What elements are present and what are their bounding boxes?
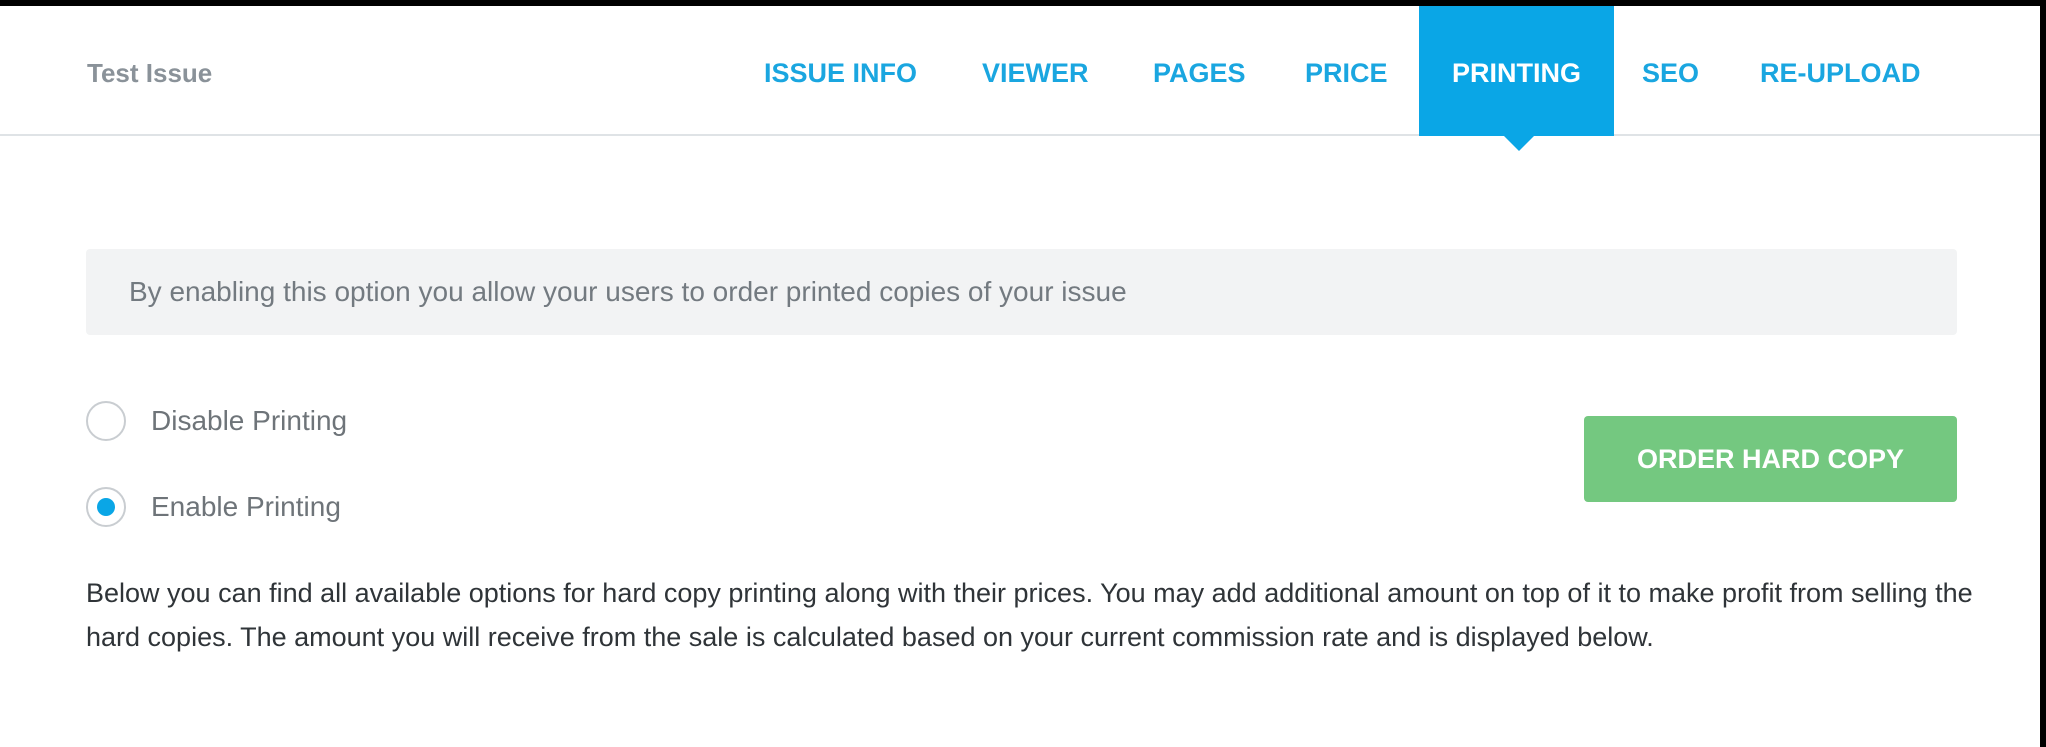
- tab-re-upload[interactable]: RE-UPLOAD: [1760, 6, 1921, 136]
- disable-printing-option[interactable]: Disable Printing: [86, 399, 347, 443]
- printing-info-box: By enabling this option you allow your u…: [86, 249, 1957, 335]
- app-frame: Test Issue ISSUE INFO VIEWER PAGES PRICE…: [0, 6, 2040, 747]
- enable-printing-radio[interactable]: [86, 487, 126, 527]
- tab-pages[interactable]: PAGES: [1153, 6, 1246, 136]
- disable-printing-label: Disable Printing: [151, 405, 348, 436]
- tab-seo[interactable]: SEO: [1642, 6, 1699, 136]
- tab-printing[interactable]: PRINTING: [1419, 6, 1614, 136]
- radio-selected-dot: [97, 498, 115, 516]
- issue-title: Test Issue: [87, 58, 213, 88]
- tab-issue-info[interactable]: ISSUE INFO: [764, 6, 917, 136]
- enable-printing-option[interactable]: Enable Printing: [86, 485, 341, 529]
- enable-printing-label: Enable Printing: [151, 491, 341, 522]
- issue-header: Test Issue ISSUE INFO VIEWER PAGES PRICE…: [0, 6, 2040, 136]
- printing-description: Below you can find all available options…: [86, 578, 1973, 652]
- active-tab-pointer: [1502, 134, 1536, 151]
- order-hard-copy-button[interactable]: ORDER HARD COPY: [1584, 416, 1957, 502]
- tab-price[interactable]: PRICE: [1305, 6, 1388, 136]
- disable-printing-radio[interactable]: [86, 401, 126, 441]
- tab-viewer[interactable]: VIEWER: [982, 6, 1089, 136]
